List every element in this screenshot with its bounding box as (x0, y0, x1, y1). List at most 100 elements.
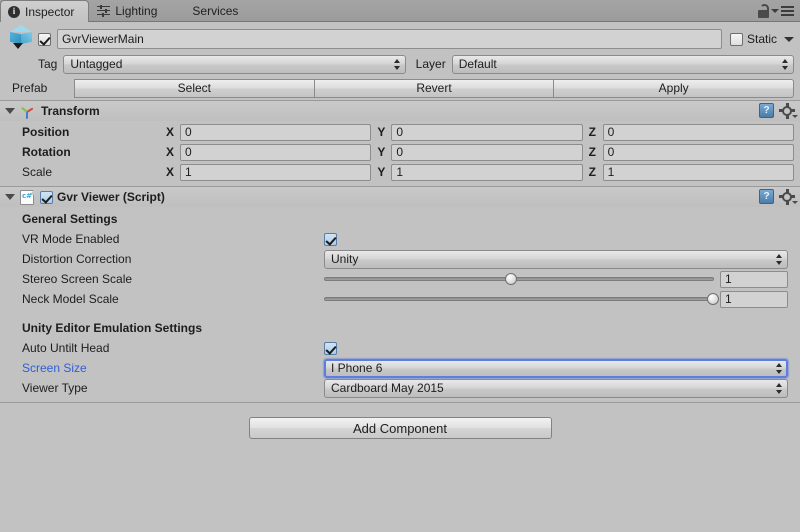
screen-size-dropdown[interactable]: I Phone 6 (324, 358, 788, 378)
axis-x-label: X (166, 165, 175, 179)
gear-icon[interactable] (779, 102, 798, 119)
updown-arrows-icon (776, 253, 783, 266)
info-icon: i (8, 5, 20, 18)
rotation-x-input[interactable]: 0 (180, 143, 372, 161)
auto-untilt-head-row: Auto Untilt Head (6, 338, 794, 358)
vr-mode-enabled-checkbox[interactable] (324, 232, 337, 246)
viewer-type-dropdown[interactable]: Cardboard May 2015 (324, 378, 788, 398)
tab-lighting-label: Lighting (115, 3, 158, 18)
emulation-settings-header: Unity Editor Emulation Settings (22, 320, 203, 335)
scale-z-input[interactable]: 1 (602, 163, 794, 181)
position-z-input[interactable]: 0 (602, 123, 794, 141)
help-book-icon[interactable]: ? (759, 189, 774, 204)
rotation-label: Rotation (22, 145, 71, 159)
transform-body: Position X 0 Y 0 Z 0 Rotation X 0 Y 0 Z … (0, 121, 800, 186)
tab-inspector-label: Inspector (25, 4, 75, 19)
add-component-button[interactable]: Add Component (248, 417, 552, 439)
prefab-apply-button[interactable]: Apply (554, 78, 795, 98)
neck-model-scale-input[interactable]: 1 (720, 290, 788, 308)
axis-z-label: Z (588, 165, 596, 179)
gameobject-header: GvrViewerMain Static Tag Untagged Layer … (0, 22, 800, 100)
distortion-correction-label: Distortion Correction (22, 252, 132, 266)
axis-x-label: X (166, 125, 175, 139)
axis-x-label: X (166, 145, 175, 159)
tab-inspector[interactable]: i Inspector (0, 0, 90, 22)
position-x-input[interactable]: 0 (180, 123, 372, 141)
axis-z-label: Z (588, 125, 596, 139)
tag-value: Untagged (70, 57, 123, 71)
csharp-script-icon (20, 189, 34, 205)
transform-title: Transform (41, 104, 100, 118)
position-y-input[interactable]: 0 (391, 123, 583, 141)
vr-mode-enabled-row: VR Mode Enabled (6, 229, 794, 249)
gvr-viewer-body: General Settings VR Mode Enabled Distort… (0, 207, 800, 402)
gvr-viewer-enabled-checkbox[interactable] (40, 190, 53, 204)
static-dropdown-arrow-icon[interactable] (784, 36, 794, 42)
distortion-correction-dropdown[interactable]: Unity (324, 249, 788, 269)
axis-y-label: Y (377, 125, 386, 139)
static-checkbox[interactable] (729, 32, 743, 46)
layer-dropdown[interactable]: Default (451, 54, 795, 74)
general-settings-header: General Settings (22, 211, 118, 226)
foldout-arrow-icon[interactable] (5, 108, 15, 114)
layer-value: Default (458, 57, 497, 71)
component-transform: Transform ? Position X 0 Y 0 Z 0 Rotatio… (0, 101, 800, 186)
prefab-select-button[interactable]: Select (74, 78, 315, 98)
scale-y-input[interactable]: 1 (391, 163, 583, 181)
tab-lighting[interactable]: Lighting (89, 0, 171, 21)
prefab-revert-button[interactable]: Revert (314, 78, 555, 98)
axis-z-label: Z (588, 145, 596, 159)
updown-arrows-icon (776, 382, 783, 395)
static-label: Static (746, 32, 777, 46)
transform-header[interactable]: Transform ? (0, 101, 800, 121)
viewer-type-label: Viewer Type (22, 381, 88, 395)
neck-model-scale-label: Neck Model Scale (22, 292, 119, 306)
viewer-type-value: Cardboard May 2015 (331, 381, 444, 395)
foldout-arrow-icon[interactable] (5, 194, 15, 200)
tab-services-label: Services (192, 3, 239, 18)
sliders-icon (97, 4, 111, 17)
inspector-window: i Inspector Lighting Services GvrViewerM… (0, 0, 800, 532)
neck-model-scale-handle[interactable] (707, 293, 719, 305)
padlock-open-icon[interactable] (757, 4, 770, 18)
layer-label: Layer (415, 57, 446, 71)
gameobject-name-input[interactable]: GvrViewerMain (57, 29, 722, 49)
screen-size-row: Screen Size I Phone 6 (6, 358, 794, 378)
rotation-y-input[interactable]: 0 (391, 143, 583, 161)
tag-dropdown[interactable]: Untagged (63, 54, 406, 74)
gameobject-enabled-checkbox[interactable] (38, 32, 51, 46)
tab-services[interactable]: Services (171, 0, 252, 21)
updown-arrows-icon (782, 58, 789, 71)
transform-position-row: Position X 0 Y 0 Z 0 (6, 122, 794, 142)
position-label: Position (22, 125, 70, 139)
vr-mode-enabled-label: VR Mode Enabled (22, 232, 120, 246)
scale-x-input[interactable]: 1 (180, 163, 372, 181)
neck-model-scale-row: Neck Model Scale 1 (6, 289, 794, 309)
distortion-correction-row: Distortion Correction Unity (6, 249, 794, 269)
updown-arrows-icon (393, 58, 401, 71)
gear-icon[interactable] (779, 188, 798, 205)
help-book-icon[interactable]: ? (759, 103, 774, 118)
tag-label: Tag (38, 57, 58, 71)
screen-size-label: Screen Size (22, 361, 87, 375)
stereo-screen-scale-slider[interactable] (324, 273, 714, 285)
cube-icon[interactable] (8, 24, 38, 54)
rotation-z-input[interactable]: 0 (602, 143, 794, 161)
stereo-screen-scale-handle[interactable] (505, 273, 518, 285)
axis-y-label: Y (377, 145, 386, 159)
add-component-area: Add Component (0, 403, 800, 439)
component-gvr-viewer: Gvr Viewer (Script) ? General Settings V… (0, 187, 800, 402)
prefab-label: Prefab (12, 81, 48, 95)
hamburger-menu-icon[interactable] (771, 6, 794, 16)
transform-rotation-row: Rotation X 0 Y 0 Z 0 (6, 142, 794, 162)
gvr-viewer-title: Gvr Viewer (Script) (57, 190, 165, 204)
neck-model-scale-slider[interactable] (324, 293, 719, 305)
stereo-screen-scale-input[interactable]: 1 (720, 270, 788, 288)
tab-bar: i Inspector Lighting Services (0, 0, 800, 22)
auto-untilt-head-label: Auto Untilt Head (22, 341, 110, 355)
distortion-correction-value: Unity (331, 252, 359, 266)
chevron-down-icon (13, 43, 23, 49)
screen-size-value: I Phone 6 (331, 361, 383, 375)
gvr-viewer-header[interactable]: Gvr Viewer (Script) ? (0, 187, 800, 207)
auto-untilt-head-checkbox[interactable] (324, 341, 337, 355)
